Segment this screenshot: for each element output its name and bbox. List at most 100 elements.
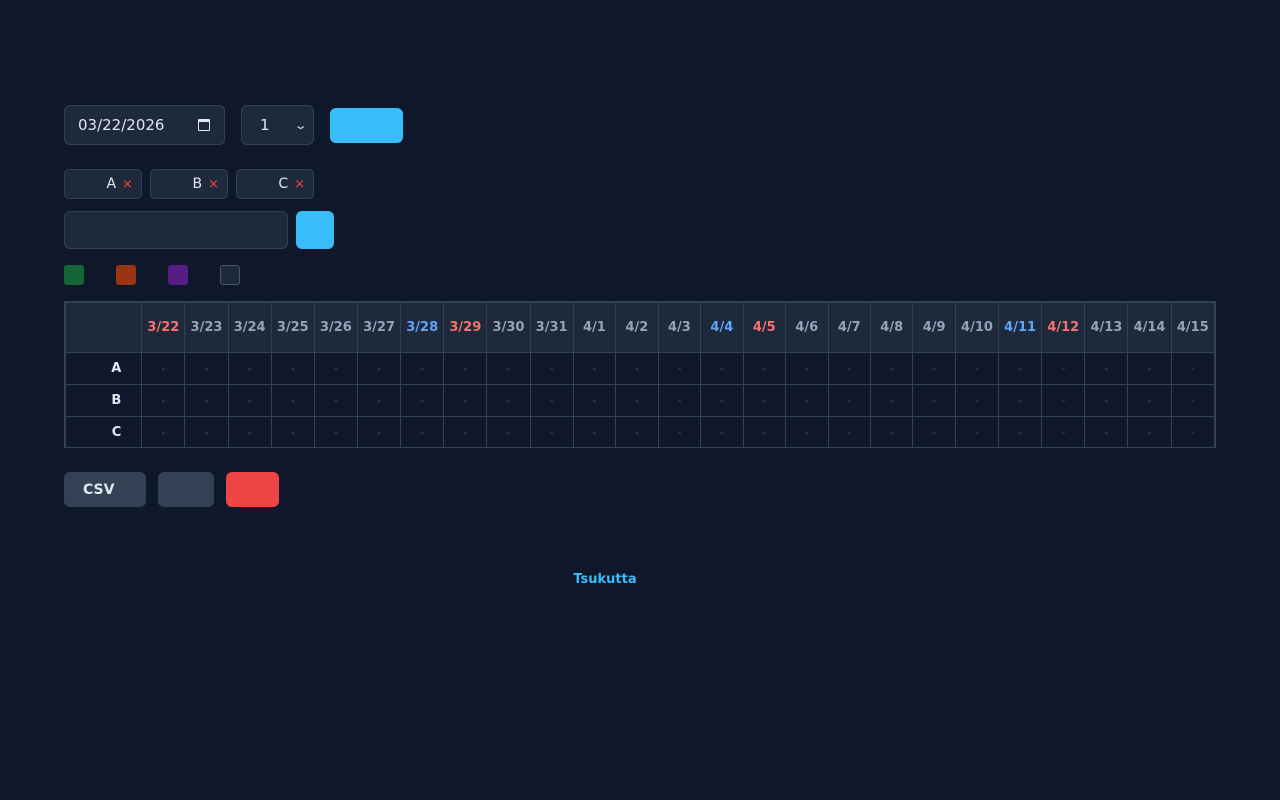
schedule-cell[interactable]: - <box>869 384 914 417</box>
schedule-cell[interactable]: - <box>356 352 402 385</box>
csv-export-button[interactable]: CSV <box>64 472 146 507</box>
schedule-cell[interactable]: - <box>869 416 914 447</box>
schedule-cell[interactable]: - <box>742 352 787 385</box>
schedule-cell[interactable]: - <box>529 352 574 385</box>
table-row: A------------------------- <box>65 352 1215 385</box>
secondary-button[interactable] <box>158 472 214 507</box>
schedule-cell[interactable]: - <box>270 352 315 385</box>
schedule-cell[interactable]: - <box>184 352 229 385</box>
row-member-label: A <box>65 352 143 385</box>
schedule-cell[interactable]: - <box>615 416 659 447</box>
schedule-cell[interactable]: - <box>400 352 445 385</box>
schedule-cell[interactable]: - <box>742 416 787 447</box>
schedule-cell[interactable]: - <box>572 416 617 447</box>
remove-member-icon[interactable]: × <box>122 177 133 192</box>
calendar-icon[interactable] <box>198 119 210 131</box>
schedule-cell[interactable]: - <box>998 416 1043 447</box>
schedule-cell[interactable]: - <box>1041 416 1086 447</box>
schedule-cell[interactable]: - <box>954 352 1000 385</box>
schedule-cell[interactable]: - <box>1084 352 1129 385</box>
schedule-cell[interactable]: - <box>615 352 659 385</box>
schedule-cell[interactable]: - <box>529 384 574 417</box>
schedule-cell[interactable]: - <box>785 416 829 447</box>
schedule-cell[interactable]: - <box>141 384 186 417</box>
schedule-cell[interactable]: - <box>1127 416 1172 447</box>
schedule-cell[interactable]: - <box>1127 384 1172 417</box>
schedule-cell[interactable]: - <box>227 352 272 385</box>
generate-button[interactable] <box>330 107 403 143</box>
count-select[interactable]: 1 ⌄ <box>241 105 314 145</box>
schedule-cell[interactable]: - <box>313 352 358 385</box>
schedule-cell[interactable]: - <box>1170 416 1215 447</box>
schedule-cell[interactable]: - <box>700 384 744 417</box>
schedule-cell[interactable]: - <box>400 416 445 447</box>
schedule-cell[interactable]: - <box>998 384 1043 417</box>
schedule-cell[interactable]: - <box>912 352 956 385</box>
schedule-cell[interactable]: - <box>443 416 488 447</box>
schedule-cell[interactable]: - <box>700 416 744 447</box>
remove-member-icon[interactable]: × <box>208 177 219 192</box>
schedule-cell[interactable]: - <box>356 416 402 447</box>
color-swatch[interactable] <box>220 265 240 285</box>
schedule-cell[interactable]: - <box>954 384 1000 417</box>
schedule-cell[interactable]: - <box>1084 416 1129 447</box>
schedule-cell[interactable]: - <box>785 384 829 417</box>
member-name-input[interactable] <box>64 211 288 249</box>
schedule-cell[interactable]: - <box>1041 384 1086 417</box>
schedule-cell[interactable]: - <box>572 384 617 417</box>
schedule-cell[interactable]: - <box>313 416 358 447</box>
date-header: 3/23 <box>184 302 229 353</box>
schedule-cell[interactable]: - <box>700 352 744 385</box>
color-swatch[interactable] <box>116 265 136 285</box>
schedule-cell[interactable]: - <box>1170 352 1215 385</box>
footer-credit: Tsukutta <box>573 572 637 587</box>
schedule-cell[interactable]: - <box>356 384 402 417</box>
schedule-cell[interactable]: - <box>954 416 1000 447</box>
date-header: 3/30 <box>486 302 531 353</box>
schedule-cell[interactable]: - <box>1084 384 1129 417</box>
schedule-cell[interactable]: - <box>184 416 229 447</box>
schedule-cell[interactable]: - <box>657 352 702 385</box>
schedule-table-container[interactable]: 3/22 3/23 3/24 3/25 3/26 3/27 3/28 3/29 3/30 3/31… <box>64 301 1216 448</box>
schedule-cell[interactable]: - <box>270 416 315 447</box>
schedule-cell[interactable]: - <box>785 352 829 385</box>
color-swatch[interactable] <box>168 265 188 285</box>
clear-button[interactable] <box>226 472 279 507</box>
date-header: 3/24 <box>227 302 272 353</box>
schedule-cell[interactable]: - <box>827 416 871 447</box>
schedule-cell[interactable]: - <box>657 384 702 417</box>
schedule-cell[interactable]: - <box>998 352 1043 385</box>
schedule-cell[interactable]: - <box>869 352 914 385</box>
schedule-cell[interactable]: - <box>313 384 358 417</box>
color-swatch[interactable] <box>64 265 84 285</box>
schedule-cell[interactable]: - <box>486 352 531 385</box>
remove-member-icon[interactable]: × <box>294 177 305 192</box>
schedule-cell[interactable]: - <box>141 352 186 385</box>
schedule-cell[interactable]: - <box>443 352 488 385</box>
schedule-cell[interactable]: - <box>657 416 702 447</box>
start-date-input[interactable]: 03/22/2026 <box>64 105 225 145</box>
add-member-button[interactable] <box>296 211 334 249</box>
schedule-cell[interactable]: - <box>1127 352 1172 385</box>
schedule-cell[interactable]: - <box>529 416 574 447</box>
schedule-cell[interactable]: - <box>443 384 488 417</box>
schedule-cell[interactable]: - <box>615 384 659 417</box>
schedule-cell[interactable]: - <box>912 416 956 447</box>
schedule-cell[interactable]: - <box>270 384 315 417</box>
schedule-cell[interactable]: - <box>1170 384 1215 417</box>
schedule-cell[interactable]: - <box>486 384 531 417</box>
member-chip-label: B <box>192 176 203 192</box>
schedule-cell[interactable]: - <box>141 416 186 447</box>
schedule-cell[interactable]: - <box>227 384 272 417</box>
schedule-cell[interactable]: - <box>827 384 871 417</box>
schedule-cell[interactable]: - <box>1041 352 1086 385</box>
date-header: 4/6 <box>785 302 829 353</box>
schedule-cell[interactable]: - <box>227 416 272 447</box>
schedule-cell[interactable]: - <box>742 384 787 417</box>
schedule-cell[interactable]: - <box>827 352 871 385</box>
schedule-cell[interactable]: - <box>912 384 956 417</box>
schedule-cell[interactable]: - <box>400 384 445 417</box>
schedule-cell[interactable]: - <box>572 352 617 385</box>
schedule-cell[interactable]: - <box>184 384 229 417</box>
schedule-cell[interactable]: - <box>486 416 531 447</box>
